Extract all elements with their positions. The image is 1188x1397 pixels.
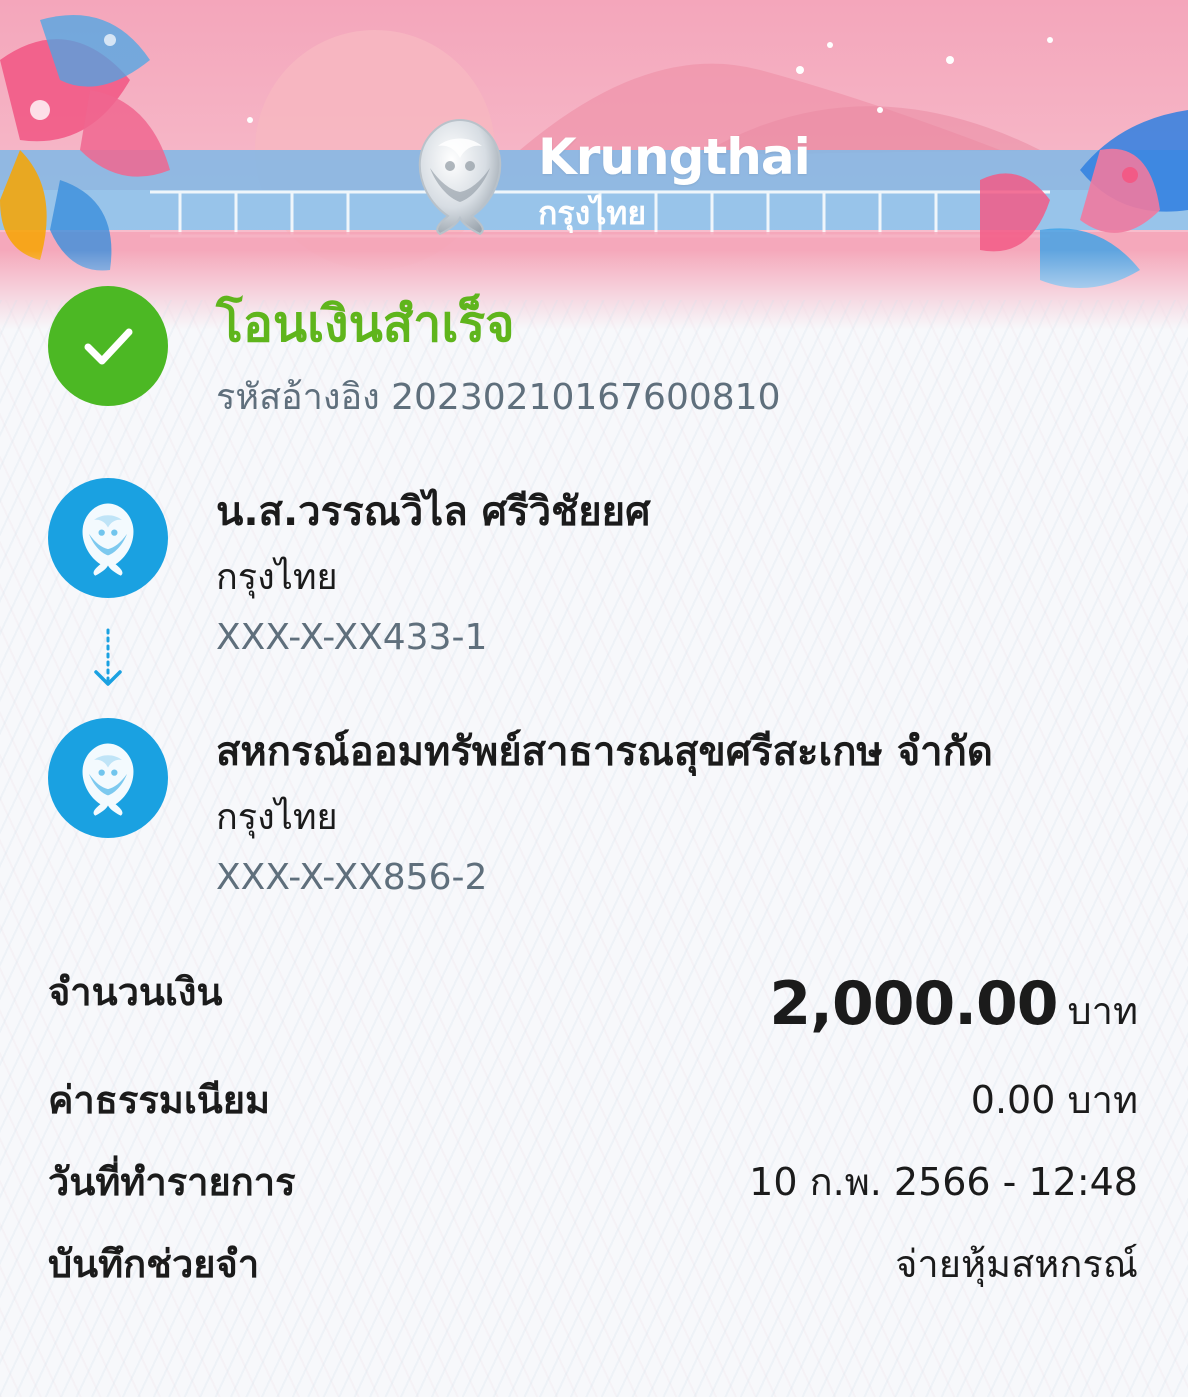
receiver-name: สหกรณ์ออมทรัพย์สาธารณสุขศรีสะเกษ จำกัด bbox=[216, 729, 993, 775]
sender-account: XXX-X-XX433-1 bbox=[216, 617, 488, 658]
reference-line: รหัสอ้างอิง 20230210167600810 bbox=[216, 372, 780, 424]
receiver-bank: กรุงไทย bbox=[216, 797, 338, 838]
sender-bank: กรุงไทย bbox=[216, 557, 338, 598]
amount-value: 2,000.00 bbox=[769, 969, 1058, 1039]
krungthai-logo-icon bbox=[82, 503, 134, 576]
reference-number: 20230210167600810 bbox=[391, 377, 781, 418]
amount-value-row: 2,000.00 บาท bbox=[769, 964, 1138, 1051]
arrow-down-icon bbox=[94, 628, 122, 686]
background-texture bbox=[0, 300, 1188, 1397]
transaction-date-value: 10 ก.พ. 2566 - 12:48 bbox=[749, 1160, 1138, 1204]
receiver-bank-avatar bbox=[48, 718, 168, 838]
receiver-account: XXX-X-XX856-2 bbox=[216, 857, 488, 898]
transaction-date-label: วันที่ทำรายการ bbox=[48, 1160, 296, 1204]
brand-name-th: กรุงไทย bbox=[538, 194, 647, 232]
reference-label: รหัสอ้างอิง bbox=[216, 377, 380, 418]
check-circle-icon bbox=[48, 286, 168, 406]
sender-bank-avatar bbox=[48, 478, 168, 598]
memo-value: จ่ายหุ้มสหกรณ์ bbox=[895, 1242, 1138, 1286]
amount-label: จำนวนเงิน bbox=[48, 970, 223, 1014]
krungthai-phoenix-logo-icon bbox=[418, 118, 502, 236]
header-banner: Krungthai กรุงไทย bbox=[0, 0, 1188, 330]
fee-label: ค่าธรรมเนียม bbox=[48, 1078, 271, 1122]
amount-unit: บาท bbox=[1067, 989, 1138, 1033]
brand: Krungthai กรุงไทย bbox=[400, 112, 811, 242]
transfer-success-title: โอนเงินสำเร็จ bbox=[216, 295, 515, 353]
sender-name: น.ส.วรรณวิไล ศรีวิชัยยศ bbox=[216, 489, 651, 535]
brand-name-en: Krungthai bbox=[538, 128, 811, 186]
memo-label: บันทึกช่วยจำ bbox=[48, 1242, 260, 1286]
krungthai-logo-icon bbox=[82, 743, 134, 816]
fee-value: 0.00 บาท bbox=[970, 1078, 1138, 1122]
